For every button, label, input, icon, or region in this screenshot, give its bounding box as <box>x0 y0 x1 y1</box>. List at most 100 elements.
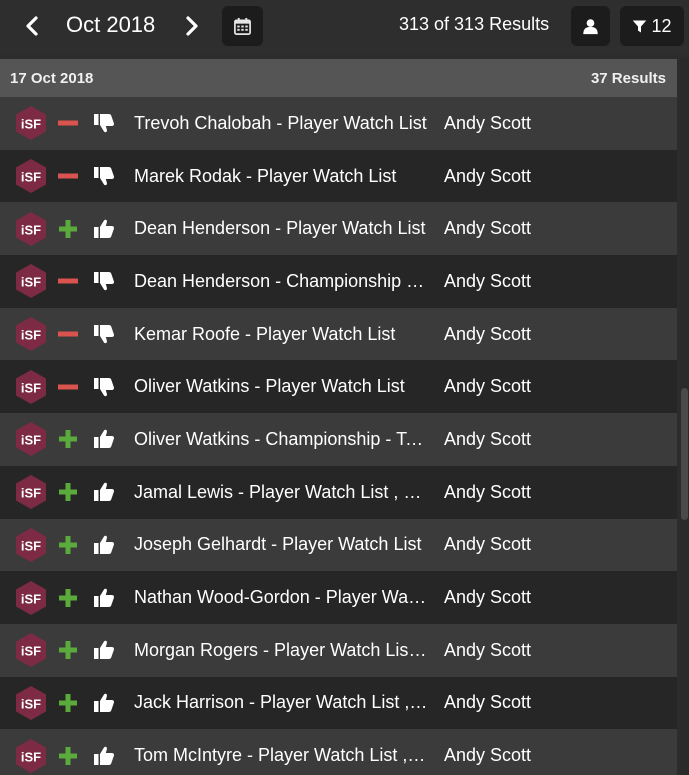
month-title: Oct 2018 <box>66 12 156 37</box>
svg-text:iSF: iSF <box>21 433 41 448</box>
report-author: Andy Scott <box>444 270 532 291</box>
calendar-icon <box>234 17 251 35</box>
report-title: Tom McIntyre - Player Watch List , Playe… <box>134 745 429 766</box>
svg-text:iSF: iSF <box>21 696 41 711</box>
report-author: Andy Scott <box>444 745 532 766</box>
top-bar: Oct 2018 313 of 313 Results 12 <box>0 0 689 55</box>
isf-logo: iSF <box>13 738 49 774</box>
report-author: Andy Scott <box>444 428 532 449</box>
report-author: Andy Scott <box>444 218 532 239</box>
isf-logo: iSF <box>13 105 49 141</box>
list-item[interactable]: iSF Kemar Roofe - Player Watch List Andy S… <box>0 307 677 361</box>
list-item[interactable]: iSF Morgan Rogers - Player Watch List , P… <box>0 623 677 677</box>
plus-icon <box>59 535 77 554</box>
isf-logo: iSF <box>13 158 49 194</box>
results-summary: 313 of 313 Results <box>399 14 550 34</box>
svg-text:iSF: iSF <box>21 644 41 659</box>
report-title: Kemar Roofe - Player Watch List <box>134 323 396 344</box>
plus-icon <box>59 588 77 607</box>
svg-text:iSF: iSF <box>21 486 41 501</box>
report-author: Andy Scott <box>444 481 532 502</box>
isf-logo: iSF <box>13 474 49 510</box>
list-item[interactable]: iSF Tom McIntyre - Player Watch List , Pl… <box>0 729 677 775</box>
thumbs-up-icon <box>94 482 115 502</box>
list-item[interactable]: iSF Dean Henderson - Championship - Team A… <box>0 255 677 308</box>
report-title: Oliver Watkins - Player Watch List <box>134 376 405 397</box>
plus-icon <box>59 483 77 502</box>
minus-icon <box>58 120 78 126</box>
thumbs-up-icon <box>94 588 115 607</box>
list-item[interactable]: iSF Nathan Wood-Gordon - Player Watch Lis… <box>0 571 677 624</box>
report-author: Andy Scott <box>444 639 532 660</box>
list-item[interactable]: iSF Jack Harrison - Player Watch List , P… <box>0 676 677 730</box>
svg-text:iSF: iSF <box>21 170 41 185</box>
calendar-button[interactable] <box>222 6 263 46</box>
report-author: Andy Scott <box>444 165 532 186</box>
report-title: Dean Henderson - Championship - Team <box>134 270 429 291</box>
thumbs-up-icon <box>94 219 115 238</box>
minus-icon <box>58 173 78 179</box>
minus-icon <box>58 384 78 390</box>
report-title: Dean Henderson - Player Watch List <box>134 218 426 239</box>
report-title: Nathan Wood-Gordon - Player Watch List <box>134 587 429 608</box>
chevron-right-icon <box>186 16 198 36</box>
thumbs-up-icon <box>94 535 115 554</box>
scrollbar-thumb[interactable] <box>681 388 688 520</box>
report-list: iSF Trevoh Chalobah - Player Watch List An… <box>0 97 677 775</box>
isf-logo: iSF <box>13 369 49 405</box>
thumbs-down-icon <box>94 325 115 344</box>
plus-icon <box>59 219 77 238</box>
list-item[interactable]: iSF Trevoh Chalobah - Player Watch List An… <box>0 97 677 150</box>
user-icon <box>583 18 598 34</box>
thumbs-down-icon <box>94 167 115 186</box>
prev-month-button[interactable] <box>14 8 50 44</box>
list-item[interactable]: iSF Oliver Watkins - Player Watch List And… <box>0 360 677 414</box>
next-month-button[interactable] <box>174 8 210 44</box>
isf-logo: iSF <box>13 527 49 563</box>
filter-button[interactable]: 12 <box>620 6 684 46</box>
report-title: Oliver Watkins - Championship - Team <box>134 428 429 449</box>
isf-logo: iSF <box>13 685 49 721</box>
plus-icon <box>59 746 77 765</box>
isf-logo: iSF <box>13 580 49 616</box>
isf-logo: iSF <box>13 263 49 299</box>
plus-icon <box>59 641 77 660</box>
plus-icon <box>59 430 77 449</box>
list-item[interactable]: iSF Joseph Gelhardt - Player Watch List An… <box>0 518 677 572</box>
list-item[interactable]: iSF Oliver Watkins - Championship - Team A… <box>0 413 677 466</box>
isf-logo: iSF <box>13 632 49 668</box>
report-title: Trevoh Chalobah - Player Watch List <box>134 112 427 133</box>
thumbs-up-icon <box>94 641 115 660</box>
report-title: Joseph Gelhardt - Player Watch List <box>134 534 422 555</box>
report-author: Andy Scott <box>444 692 532 713</box>
svg-text:iSF: iSF <box>21 749 41 764</box>
report-author: Andy Scott <box>444 534 532 555</box>
report-title: Jamal Lewis - Player Watch List , Player <box>134 481 429 502</box>
svg-text:iSF: iSF <box>21 380 41 395</box>
isf-logo: iSF <box>13 211 49 247</box>
thumbs-down-icon <box>94 377 115 396</box>
thumbs-down-icon <box>94 114 115 133</box>
plus-icon <box>59 693 77 712</box>
section-result-count: 37 Results <box>590 69 666 87</box>
svg-text:iSF: iSF <box>21 538 41 553</box>
minus-icon <box>58 278 78 284</box>
report-title: Jack Harrison - Player Watch List , Play… <box>134 692 429 713</box>
minus-icon <box>58 331 78 337</box>
list-item[interactable]: iSF Dean Henderson - Player Watch List And… <box>0 202 677 256</box>
list-item[interactable]: iSF Jamal Lewis - Player Watch List , Pla… <box>0 465 677 519</box>
svg-text:iSF: iSF <box>21 117 41 132</box>
report-title: Marek Rodak - Player Watch List <box>134 165 397 186</box>
svg-text:iSF: iSF <box>21 222 41 237</box>
list-item[interactable]: iSF Marek Rodak - Player Watch List Andy S… <box>0 149 677 203</box>
thumbs-up-icon <box>94 746 115 765</box>
report-author: Andy Scott <box>444 323 532 344</box>
svg-text:iSF: iSF <box>21 328 41 343</box>
user-filter-button[interactable] <box>571 6 610 46</box>
report-author: Andy Scott <box>444 112 532 133</box>
chevron-left-icon <box>26 16 38 36</box>
report-title: Morgan Rogers - Player Watch List , Play… <box>134 639 429 660</box>
report-author: Andy Scott <box>444 587 532 608</box>
thumbs-up-icon <box>94 430 115 449</box>
report-author: Andy Scott <box>444 376 532 397</box>
